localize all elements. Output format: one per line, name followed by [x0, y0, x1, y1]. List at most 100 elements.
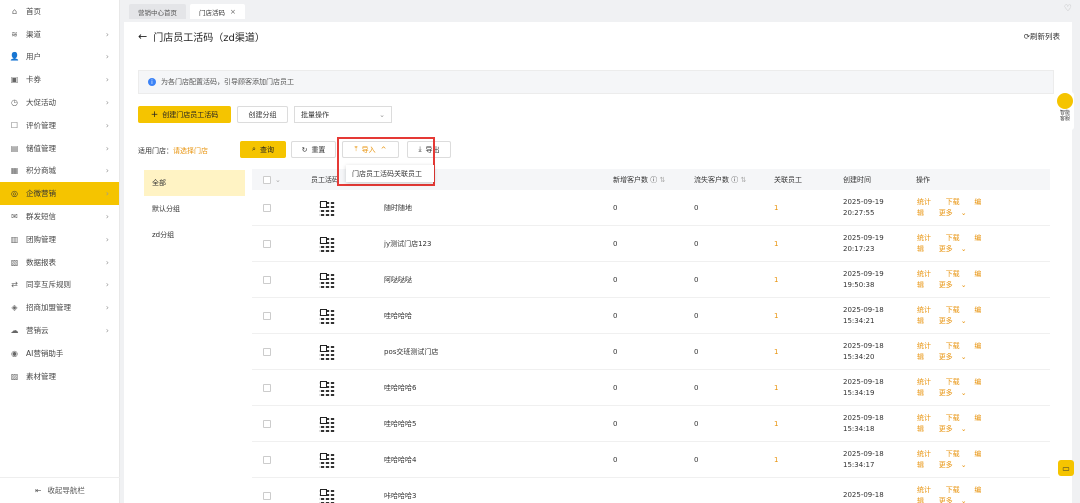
- more-link[interactable]: 更多: [939, 245, 953, 253]
- more-link[interactable]: 更多: [939, 317, 953, 325]
- qr-code-icon[interactable]: [319, 451, 335, 468]
- sidebar-item-9[interactable]: ✉ 群发短信 ›: [0, 205, 119, 228]
- stats-link[interactable]: 统计: [917, 234, 931, 242]
- edit-link[interactable]: 编: [974, 234, 981, 242]
- edit-link[interactable]: 编: [974, 378, 981, 386]
- stats-link[interactable]: 统计: [917, 270, 931, 278]
- edit-link-cont[interactable]: 辑: [917, 497, 924, 503]
- download-link[interactable]: 下载: [946, 486, 960, 494]
- stats-link[interactable]: 统计: [917, 306, 931, 314]
- create-code-button[interactable]: + 创建门店员工活码: [138, 106, 231, 123]
- download-link[interactable]: 下载: [946, 342, 960, 350]
- row-checkbox[interactable]: [263, 239, 271, 248]
- staff-count-link[interactable]: 1: [774, 420, 778, 428]
- qr-code-icon[interactable]: [319, 415, 335, 432]
- row-checkbox[interactable]: [263, 419, 271, 428]
- more-link[interactable]: 更多: [939, 461, 953, 469]
- more-link[interactable]: 更多: [939, 425, 953, 433]
- select-all-checkbox[interactable]: [263, 175, 271, 184]
- group-item[interactable]: zd分组: [144, 222, 245, 248]
- staff-count-link[interactable]: 1: [774, 204, 778, 212]
- import-dropdown-option[interactable]: 门店员工活码关联员工: [346, 165, 434, 182]
- qr-code-icon[interactable]: [319, 307, 335, 324]
- row-checkbox[interactable]: [263, 491, 271, 500]
- sidebar-item-7[interactable]: ▦ 积分商城 ›: [0, 160, 119, 183]
- sidebar-item-0[interactable]: ⌂ 首页: [0, 0, 119, 23]
- qr-code-icon[interactable]: [319, 379, 335, 396]
- staff-count-link[interactable]: 1: [774, 240, 778, 248]
- qr-code-icon[interactable]: [319, 199, 335, 216]
- staff-count-link[interactable]: 1: [774, 348, 778, 356]
- select-store-link[interactable]: 请选择门店: [173, 147, 208, 155]
- stats-link[interactable]: 统计: [917, 414, 931, 422]
- staff-count-link[interactable]: 1: [774, 312, 778, 320]
- row-checkbox[interactable]: [263, 347, 271, 356]
- stats-link[interactable]: 统计: [917, 378, 931, 386]
- more-link[interactable]: 更多: [939, 209, 953, 217]
- sort-icon[interactable]: ⇅: [659, 176, 665, 184]
- download-link[interactable]: 下载: [946, 414, 960, 422]
- stats-link[interactable]: 统计: [917, 342, 931, 350]
- sidebar-item-4[interactable]: ◷ 大促活动 ›: [0, 91, 119, 114]
- group-item[interactable]: 默认分组: [144, 196, 245, 222]
- staff-count-link[interactable]: 1: [774, 384, 778, 392]
- reset-button[interactable]: ↻ 重置: [291, 141, 336, 158]
- back-arrow-icon[interactable]: ←: [138, 30, 147, 43]
- row-checkbox[interactable]: [263, 311, 271, 320]
- sidebar-item-6[interactable]: ▤ 储值管理 ›: [0, 137, 119, 160]
- refresh-list-button[interactable]: ⟳刷新列表: [1024, 31, 1060, 42]
- edit-link[interactable]: 编: [974, 414, 981, 422]
- edit-link-cont[interactable]: 辑: [917, 353, 924, 361]
- row-checkbox[interactable]: [263, 275, 271, 284]
- qr-code-icon[interactable]: [319, 235, 335, 252]
- smart-service-widget[interactable]: 智能客服: [1056, 92, 1074, 130]
- edit-link[interactable]: 编: [974, 270, 981, 278]
- stats-link[interactable]: 统计: [917, 450, 931, 458]
- qr-code-icon[interactable]: [319, 343, 335, 360]
- sidebar-item-14[interactable]: ☁ 营销云 ›: [0, 319, 119, 342]
- chat-icon[interactable]: ▭: [1058, 460, 1074, 476]
- edit-link-cont[interactable]: 辑: [917, 425, 924, 433]
- tab-store-code[interactable]: 门店活码 ×: [190, 4, 245, 19]
- sidebar-item-1[interactable]: ≋ 渠道 ›: [0, 23, 119, 46]
- edit-link-cont[interactable]: 辑: [917, 209, 924, 217]
- edit-link[interactable]: 编: [974, 306, 981, 314]
- batch-operation-select[interactable]: 批量操作 ⌄: [294, 106, 392, 123]
- sidebar-item-10[interactable]: ▥ 团购管理 ›: [0, 228, 119, 251]
- sidebar-item-16[interactable]: ▨ 素材管理: [0, 365, 119, 388]
- edit-link[interactable]: 编: [974, 198, 981, 206]
- row-checkbox[interactable]: [263, 455, 271, 464]
- edit-link-cont[interactable]: 辑: [917, 461, 924, 469]
- group-item[interactable]: 全部: [144, 170, 245, 196]
- download-link[interactable]: 下载: [946, 450, 960, 458]
- edit-link-cont[interactable]: 辑: [917, 317, 924, 325]
- edit-link[interactable]: 编: [974, 342, 981, 350]
- download-link[interactable]: 下载: [946, 270, 960, 278]
- download-link[interactable]: 下载: [946, 198, 960, 206]
- qr-code-icon[interactable]: [319, 487, 335, 503]
- sidebar-item-15[interactable]: ◉ AI营销助手: [0, 342, 119, 365]
- tab-marketing-home[interactable]: 营销中心首页: [129, 4, 186, 19]
- more-link[interactable]: 更多: [939, 389, 953, 397]
- download-link[interactable]: 下载: [946, 378, 960, 386]
- favorite-icon[interactable]: ♡: [1064, 4, 1072, 14]
- sidebar-item-3[interactable]: ▣ 卡券 ›: [0, 68, 119, 91]
- sidebar-item-13[interactable]: ◈ 招商加盟管理 ›: [0, 296, 119, 319]
- more-link[interactable]: 更多: [939, 497, 953, 503]
- download-link[interactable]: 下载: [946, 234, 960, 242]
- edit-link-cont[interactable]: 辑: [917, 389, 924, 397]
- row-checkbox[interactable]: [263, 203, 271, 212]
- sidebar-item-5[interactable]: ☐ 评价管理 ›: [0, 114, 119, 137]
- download-link[interactable]: 下载: [946, 306, 960, 314]
- edit-link[interactable]: 编: [974, 486, 981, 494]
- query-button[interactable]: ⌕ 查询: [240, 141, 286, 158]
- sidebar-item-11[interactable]: ▧ 数据报表 ›: [0, 251, 119, 274]
- stats-link[interactable]: 统计: [917, 486, 931, 494]
- sidebar-item-12[interactable]: ⇄ 同享互斥规则 ›: [0, 274, 119, 297]
- edit-link-cont[interactable]: 辑: [917, 245, 924, 253]
- edit-link-cont[interactable]: 辑: [917, 281, 924, 289]
- qr-code-icon[interactable]: [319, 271, 335, 288]
- collapse-nav-button[interactable]: ⇤ 收起导航栏: [0, 477, 120, 503]
- create-group-button[interactable]: 创建分组: [237, 106, 288, 123]
- staff-count-link[interactable]: 1: [774, 456, 778, 464]
